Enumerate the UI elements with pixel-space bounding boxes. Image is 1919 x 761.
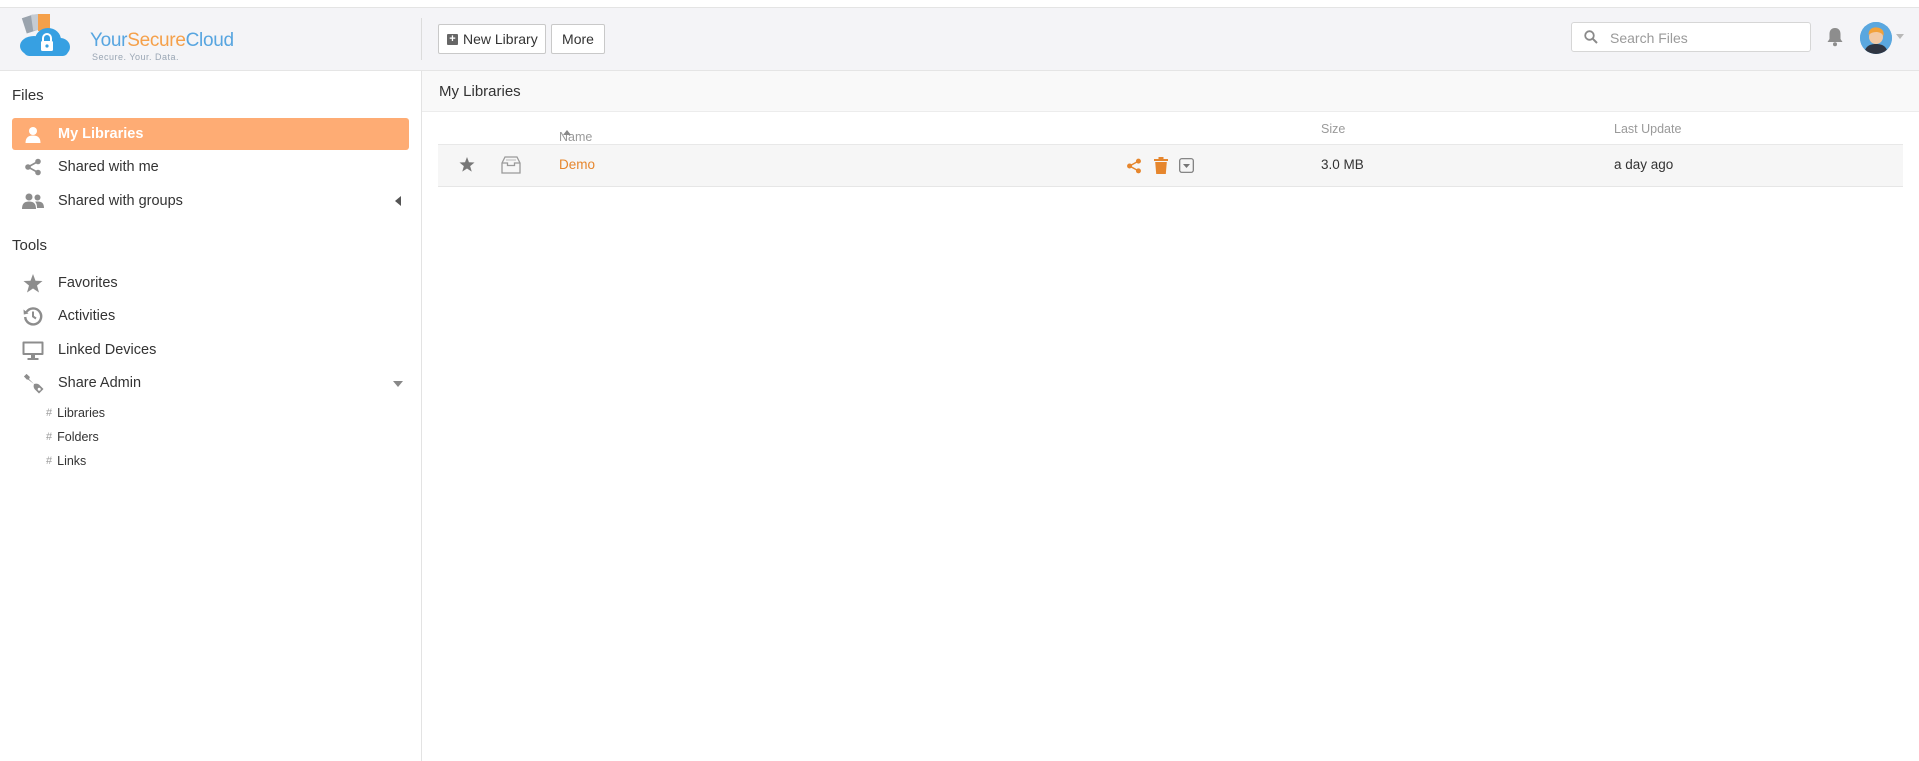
sub-item-label: Folders — [57, 430, 99, 444]
library-icon — [501, 156, 521, 177]
user-menu-caret-icon[interactable] — [1896, 34, 1904, 39]
user-icon — [22, 123, 44, 145]
files-section-title: Files — [12, 87, 44, 104]
share-admin-sub-folders[interactable]: # Folders — [46, 430, 99, 444]
brand-tagline: Secure. Your. Data. — [92, 52, 180, 62]
sub-item-label: Links — [57, 454, 87, 468]
caret-down-icon[interactable] — [393, 381, 403, 387]
sidebar-item-label: Favorites — [58, 275, 118, 291]
sidebar-item-favorites[interactable]: Favorites — [12, 267, 409, 299]
sidebar-item-label: Linked Devices — [58, 342, 157, 358]
share-admin-sub-libraries[interactable]: # Libraries — [46, 406, 105, 420]
brand-name-accent: Secure — [127, 30, 186, 51]
more-button[interactable]: More — [551, 24, 605, 54]
new-library-label: New Library — [463, 31, 538, 47]
wrench-icon — [22, 372, 44, 394]
sidebar-item-shared-with-groups[interactable]: Shared with groups — [12, 185, 409, 217]
library-name-link[interactable]: Demo — [559, 157, 595, 172]
sidebar-item-activities[interactable]: Activities — [12, 300, 409, 332]
bell-icon[interactable] — [1826, 27, 1844, 52]
search-icon — [1584, 30, 1598, 44]
search-input[interactable] — [1608, 27, 1807, 49]
share-admin-sub-links[interactable]: # Links — [46, 454, 86, 468]
column-header-last-update[interactable]: Last Update — [1614, 122, 1681, 136]
library-size: 3.0 MB — [1321, 157, 1364, 172]
monitor-icon — [22, 339, 44, 361]
brand-logo[interactable]: YourSecureCloud Secure. Your. Data. — [18, 13, 234, 64]
top-header: YourSecureCloud Secure. Your. Data. + Ne… — [0, 8, 1919, 71]
plus-icon: + — [447, 33, 458, 45]
library-last-update: a day ago — [1614, 157, 1674, 172]
sidebar-item-label: My Libraries — [58, 126, 144, 142]
search-box[interactable] — [1571, 22, 1811, 52]
share-icon[interactable] — [1126, 158, 1142, 177]
history-icon — [22, 305, 44, 327]
header-divider — [421, 18, 422, 60]
sidebar-item-label: Shared with me — [58, 159, 159, 175]
tools-section-title: Tools — [12, 237, 48, 254]
sort-ascending-icon — [563, 130, 571, 135]
avatar-image — [1860, 22, 1892, 54]
star-icon — [22, 272, 44, 294]
sidebar-item-linked-devices[interactable]: Linked Devices — [12, 334, 409, 366]
sub-item-label: Libraries — [57, 406, 106, 420]
cloud-lock-icon — [20, 13, 70, 56]
caret-left-icon[interactable] — [395, 196, 401, 206]
hash-icon: # — [46, 431, 53, 443]
group-icon — [22, 190, 44, 212]
more-label: More — [562, 31, 594, 47]
main-header: My Libraries — [422, 71, 1919, 112]
dropdown-toggle-icon[interactable] — [1179, 158, 1194, 176]
brand-name-part: Cloud — [185, 30, 234, 51]
table-row[interactable]: Demo 3.0 MB a day ago — [438, 145, 1903, 187]
sidebar-item-label: Shared with groups — [58, 193, 183, 209]
hash-icon: # — [46, 455, 53, 467]
column-header-size[interactable]: Size — [1321, 122, 1345, 136]
sidebar-item-label: Share Admin — [58, 375, 142, 391]
sidebar-item-label: Activities — [58, 308, 116, 324]
brand-name: YourSecureCloud — [90, 30, 234, 52]
sidebar-item-my-libraries[interactable]: My Libraries — [12, 118, 409, 150]
share-icon — [22, 156, 44, 178]
top-border — [0, 0, 1919, 8]
page-title: My Libraries — [439, 83, 521, 100]
trash-icon[interactable] — [1154, 157, 1168, 177]
user-avatar[interactable] — [1860, 22, 1892, 54]
table-header: Name Size Last Update — [438, 114, 1903, 145]
new-library-button[interactable]: + New Library — [438, 24, 546, 54]
sidebar-item-share-admin[interactable]: Share Admin — [12, 367, 409, 399]
star-icon[interactable] — [459, 157, 475, 175]
hash-icon: # — [46, 407, 53, 419]
sidebar: Files My Libraries Shared with me Shared… — [0, 71, 422, 761]
sidebar-item-shared-with-me[interactable]: Shared with me — [12, 151, 409, 183]
brand-name-part: Your — [90, 30, 128, 51]
